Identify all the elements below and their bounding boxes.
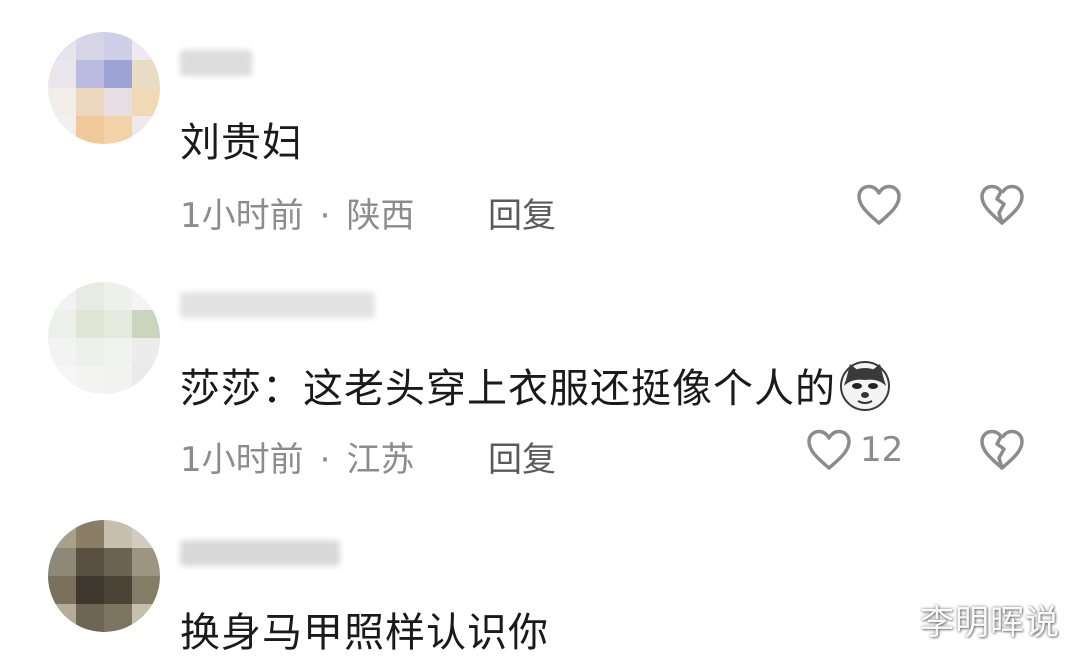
broken-heart-icon xyxy=(980,184,1024,225)
heart-outline-icon xyxy=(807,429,851,470)
comment-time: 1小时前 xyxy=(180,196,304,236)
comment-time: 1小时前 xyxy=(180,440,304,480)
like-button[interactable]: 12 xyxy=(806,428,903,472)
comment-text-content: 莎莎：这老头穿上衣服还挺像个人的 xyxy=(180,366,836,412)
meta-separator: · xyxy=(319,196,331,236)
comment-text: 刘贵妇 xyxy=(180,120,303,166)
avatar[interactable] xyxy=(48,282,160,394)
username-blurred[interactable] xyxy=(180,292,375,318)
comment-location: 江苏 xyxy=(346,440,415,480)
watermark: 李明晖说 xyxy=(920,603,1060,643)
comment-meta: 1小时前 · 陕西 xyxy=(180,188,414,237)
heart-outline-icon xyxy=(857,184,901,225)
comment-location: 陕西 xyxy=(346,196,415,236)
username-blurred[interactable] xyxy=(180,50,252,76)
avatar[interactable] xyxy=(48,520,160,632)
reply-button[interactable]: 回复 xyxy=(488,188,556,237)
meta-separator: · xyxy=(319,440,331,480)
comment-meta: 1小时前 · 江苏 xyxy=(180,432,414,481)
username-blurred[interactable] xyxy=(180,540,340,566)
reply-button[interactable]: 回复 xyxy=(488,432,556,481)
avatar[interactable] xyxy=(48,32,160,144)
dislike-button[interactable] xyxy=(979,428,1025,476)
like-count: 12 xyxy=(860,430,904,470)
comment-text: 莎莎：这老头穿上衣服还挺像个人的 xyxy=(180,356,892,414)
broken-heart-icon xyxy=(980,429,1024,470)
comment-text: 换身马甲照样认识你 xyxy=(180,610,549,656)
dislike-button[interactable] xyxy=(979,183,1025,231)
doge-emoji xyxy=(840,361,890,411)
like-button[interactable] xyxy=(856,183,910,227)
